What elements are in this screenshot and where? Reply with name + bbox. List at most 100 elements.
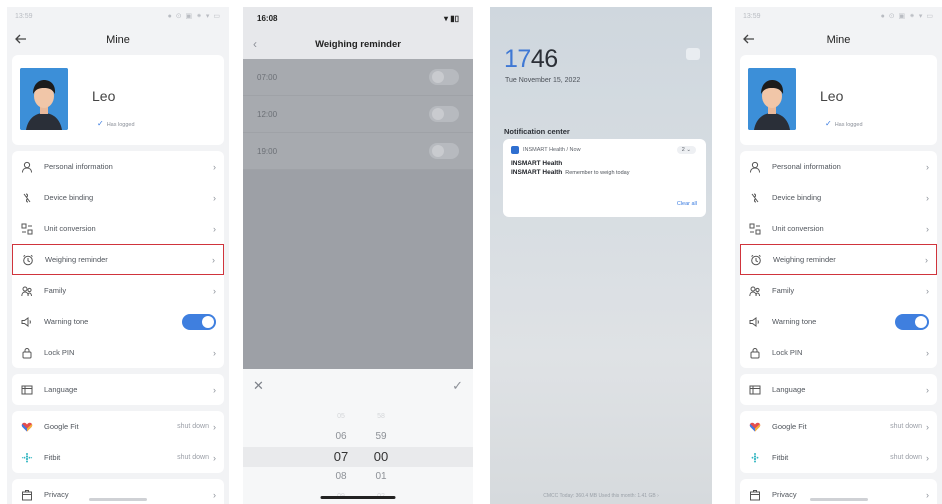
reminder-row[interactable]: 07:00 [243, 59, 473, 96]
chevron-right-icon: › [213, 223, 216, 234]
weighing-reminder-screen: 16:08 ▾ ▮▯ ‹ Weighing reminder 07:00 12:… [243, 7, 473, 504]
status-icons: ▾ ▮▯ [443, 13, 459, 23]
notification-card[interactable]: INSMART Health / Now 2 ⌄ INSMART Health … [503, 139, 706, 217]
settings-list: Personal information › Device binding › … [12, 151, 224, 368]
status-bar: 13:59 ● ⊙ ▣ ⁕ ▾ ▭ [735, 7, 942, 25]
login-status: ✓ Has logged [825, 119, 863, 128]
home-indicator [809, 498, 868, 501]
hour-option[interactable]: 06 [321, 427, 361, 447]
chevron-right-icon: › [926, 161, 929, 172]
screenshot-collage: 13:59 ● ⊙ ▣ ⁕ ▾ ▭ Mine Leo ✓Has logged [0, 0, 942, 504]
back-chevron-icon[interactable]: ‹ [253, 37, 257, 51]
lock-time: 1746 [504, 45, 558, 73]
close-icon[interactable]: ✕ [253, 378, 264, 394]
language-card: Language › [740, 374, 937, 405]
reminder-row[interactable]: 19:00 [243, 133, 473, 170]
menu-item-unit-conversion[interactable]: Unit conversion › [12, 213, 224, 244]
menu-item-personal-information[interactable]: Personal information › [12, 151, 224, 182]
hour-selected[interactable]: 07 [321, 447, 361, 467]
menu-label: Language [772, 385, 806, 394]
check-icon: ✓ [97, 119, 104, 128]
reminder-row[interactable]: 12:00 [243, 96, 473, 133]
menu-label: Warning tone [772, 317, 817, 326]
hour-option[interactable]: 05 [321, 407, 361, 427]
chevron-right-icon: › [212, 254, 215, 265]
chevron-right-icon: › [926, 489, 929, 500]
chevron-right-icon: › [213, 161, 216, 172]
menu-item-weighing-reminder[interactable]: Weighing reminder › [12, 244, 224, 275]
menu-item-warning-tone[interactable]: Warning tone [740, 306, 937, 337]
minute-option[interactable]: 58 [361, 407, 401, 427]
hour-column[interactable]: 05 06 07 08 09 [321, 407, 361, 504]
hour-option[interactable]: 08 [321, 467, 361, 487]
minute-option[interactable]: 01 [361, 467, 401, 487]
profile-card[interactable]: Leo ✓ Has logged [740, 55, 937, 145]
menu-item-family[interactable]: Family › [740, 275, 937, 306]
chevron-right-icon: › [926, 421, 929, 432]
time-picker-sheet: ✕ ✓ 05 06 07 08 09 58 59 00 01 02 [243, 369, 473, 504]
status-icons: ● ⊙ ▣ ⁕ ▾ ▭ [880, 13, 934, 20]
menu-item-personal-information[interactable]: Personal information › [740, 151, 937, 182]
notification-center-title: Notification center [504, 127, 570, 136]
chevron-right-icon: › [926, 384, 929, 395]
chevron-right-icon: › [926, 347, 929, 358]
warning-tone-toggle[interactable] [895, 313, 929, 330]
notification-app: INSMART Health / Now [511, 146, 698, 154]
minute-column[interactable]: 58 59 00 01 02 [361, 407, 401, 504]
menu-item-google-fit[interactable]: Google Fit shut down › [12, 411, 224, 442]
menu-item-device-binding[interactable]: Device binding › [740, 182, 937, 213]
minute-option[interactable]: 59 [361, 427, 401, 447]
time-wheel[interactable]: 05 06 07 08 09 58 59 00 01 02 [243, 407, 473, 503]
clock-icon [21, 253, 35, 267]
home-indicator [320, 496, 396, 499]
carrier-usage: CMCC Today: 360.4 MB Used this month: 1.… [543, 493, 659, 499]
header: Mine [7, 25, 229, 55]
lock-date: Tue November 15, 2022 [505, 77, 581, 84]
reminder-toggle[interactable] [429, 106, 459, 122]
link-icon [20, 191, 34, 205]
menu-item-google-fit[interactable]: Google Fit shut down › [740, 411, 937, 442]
notification-count[interactable]: 2 ⌄ [676, 146, 696, 154]
menu-item-weighing-reminder[interactable]: Weighing reminder › [740, 244, 937, 275]
avatar [748, 68, 796, 130]
lock-screen: 1746 Tue November 15, 2022 Notification … [490, 7, 712, 504]
status-bar: 16:08 ▾ ▮▯ [243, 7, 473, 29]
menu-item-family[interactable]: Family › [12, 275, 224, 306]
chevron-right-icon: › [926, 223, 929, 234]
person-icon [748, 160, 762, 174]
warning-tone-toggle[interactable] [182, 313, 216, 330]
menu-item-fitbit[interactable]: Fitbit shut down › [12, 442, 224, 473]
menu-label: Device binding [44, 193, 94, 202]
menu-item-device-binding[interactable]: Device binding › [12, 182, 224, 213]
minute-selected[interactable]: 00 [361, 447, 401, 467]
status-time: 13:59 [743, 12, 761, 20]
menu-item-warning-tone[interactable]: Warning tone [12, 306, 224, 337]
menu-item-language[interactable]: Language › [12, 374, 224, 405]
chevron-right-icon: › [213, 421, 216, 432]
integrations-card: Google Fit shut down › Fitbit shut down … [12, 411, 224, 473]
reminder-toggle[interactable] [429, 143, 459, 159]
confirm-check-icon[interactable]: ✓ [452, 378, 463, 394]
menu-label: Device binding [772, 193, 822, 202]
menu-item-fitbit[interactable]: Fitbit shut down › [740, 442, 937, 473]
reminder-toggle[interactable] [429, 69, 459, 85]
back-arrow-icon[interactable] [741, 31, 757, 47]
menu-item-language[interactable]: Language › [740, 374, 937, 405]
menu-item-lock-pin[interactable]: Lock PIN › [740, 337, 937, 368]
menu-label: Personal information [772, 162, 841, 171]
dimmed-overlay[interactable]: 07:00 12:00 19:00 [243, 59, 473, 369]
profile-card[interactable]: Leo ✓ Has logged [12, 55, 224, 145]
clear-all-button[interactable]: Clear all [677, 201, 697, 207]
menu-item-lock-pin[interactable]: Lock PIN › [12, 337, 224, 368]
family-icon [20, 284, 34, 298]
menu-label: Warning tone [44, 317, 89, 326]
header: Mine [735, 25, 942, 55]
lock-icon [748, 346, 762, 360]
avatar [20, 68, 68, 130]
menu-label: Google Fit [772, 422, 807, 431]
fitbit-icon [748, 451, 762, 465]
back-arrow-icon[interactable] [13, 31, 29, 47]
menu-item-unit-conversion[interactable]: Unit conversion › [740, 213, 937, 244]
status-time: 13:59 [15, 12, 33, 20]
message-icon [686, 48, 700, 60]
